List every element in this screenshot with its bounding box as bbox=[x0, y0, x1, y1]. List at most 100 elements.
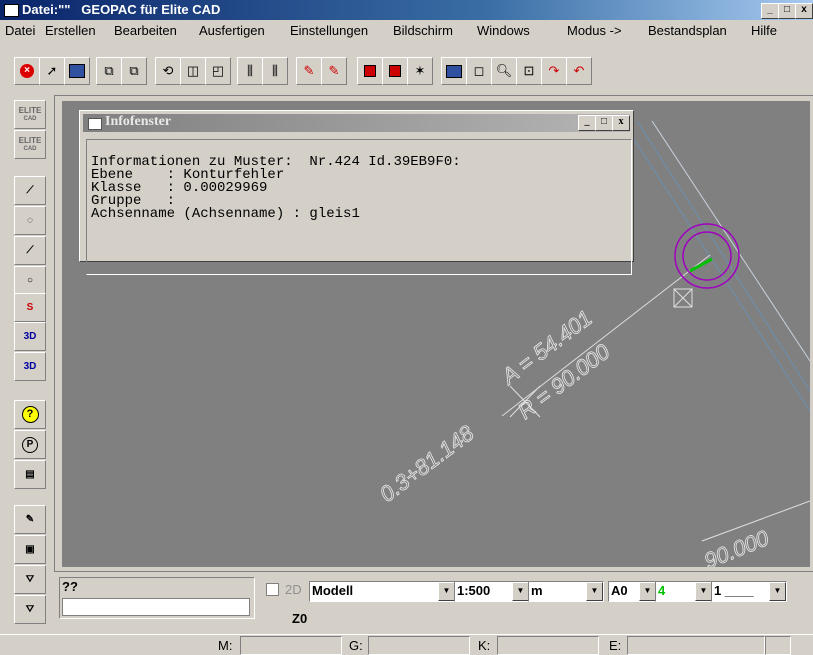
menu-hilfe[interactable]: Hilfe bbox=[751, 23, 777, 38]
save-button[interactable]: ▣ bbox=[14, 535, 46, 564]
menu-datei[interactable]: Datei bbox=[5, 23, 35, 38]
minimize-button[interactable]: _ bbox=[761, 3, 779, 19]
filter-icon: ⛛ bbox=[25, 574, 35, 585]
window-button[interactable]: ◻ bbox=[466, 57, 492, 85]
paper-value: A0 bbox=[611, 583, 628, 598]
chevron-down-icon[interactable]: ▼ bbox=[438, 582, 455, 601]
label-station-group: 0.3+81.148 bbox=[375, 420, 480, 508]
zoom-icon: 🔍︎ bbox=[495, 63, 513, 78]
curve-button[interactable]: S bbox=[14, 293, 46, 322]
axis-button[interactable]: ✶ bbox=[407, 57, 433, 85]
filter-property-button[interactable]: ⛛ bbox=[14, 595, 46, 624]
line-button[interactable]: ⟋ bbox=[14, 236, 46, 265]
color-select[interactable]: 4 ▼ bbox=[655, 581, 713, 602]
status-m-field bbox=[240, 636, 342, 655]
circle-dashed-button[interactable]: ◌ bbox=[14, 206, 46, 235]
line-dashed-button[interactable]: ⟋ bbox=[14, 176, 46, 205]
2d-checkbox[interactable] bbox=[266, 583, 279, 596]
paper-select[interactable]: A0 ▼ bbox=[608, 581, 657, 602]
zoom-window-button[interactable]: ⊡ bbox=[516, 57, 542, 85]
info-minimize-button[interactable]: _ bbox=[578, 115, 596, 131]
menu-modus[interactable]: Modus -> bbox=[567, 23, 622, 38]
menu-einstellungen[interactable]: Einstellungen bbox=[290, 23, 368, 38]
status-extra-field bbox=[765, 636, 791, 655]
info-line-5: Achsenname (Achsenname) : gleis1 bbox=[91, 206, 360, 222]
undo-icon: ↶ bbox=[573, 63, 585, 78]
3d-plus-label: 3D bbox=[23, 361, 37, 372]
layer-button[interactable] bbox=[357, 57, 383, 85]
filter-p-icon: ⛛ bbox=[25, 604, 35, 615]
menu-bildschirm[interactable]: Bildschirm bbox=[393, 23, 453, 38]
help-button[interactable]: ? bbox=[14, 400, 46, 429]
copy-icon: ⧉ bbox=[104, 63, 114, 78]
dashed-line-icon: ⟋ bbox=[26, 185, 34, 196]
line-icon: ⟋ bbox=[26, 245, 34, 256]
3d-plus-button[interactable]: 3D bbox=[14, 352, 46, 381]
layer-select-icon bbox=[389, 65, 401, 77]
undo-button[interactable]: ↶ bbox=[566, 57, 592, 85]
axis-icon: ✶ bbox=[414, 63, 426, 78]
elite-cad-button-1[interactable]: ELITE CAD bbox=[14, 100, 46, 129]
info-close-button[interactable]: x bbox=[612, 115, 630, 131]
label-station: 0.3+81.148 bbox=[375, 420, 479, 507]
layer-select-button[interactable] bbox=[382, 57, 408, 85]
scale-value: 1:500 bbox=[457, 583, 491, 598]
linetype-select[interactable]: 1 ____ ▼ bbox=[711, 581, 787, 602]
app-title: Datei:"" GEOPAC für Elite CAD bbox=[22, 2, 221, 17]
rotate-button[interactable]: ⟲ bbox=[155, 57, 181, 85]
filter-button[interactable]: ⛛ bbox=[14, 565, 46, 594]
chevron-down-icon[interactable]: ▼ bbox=[769, 582, 786, 601]
circle-button[interactable]: ○ bbox=[14, 266, 46, 295]
select-button[interactable]: ➚ bbox=[39, 57, 65, 85]
duplicate-button[interactable]: ⧉ bbox=[121, 57, 147, 85]
curve-icon: S bbox=[26, 302, 34, 313]
copy-button[interactable]: ⧉ bbox=[96, 57, 122, 85]
scale-select[interactable]: 1:500 ▼ bbox=[454, 581, 530, 602]
disk-icon: ▣ bbox=[25, 544, 35, 555]
status-m-label: M: bbox=[218, 638, 233, 653]
menu-bestandsplan[interactable]: Bestandsplan bbox=[648, 23, 727, 38]
screen-button[interactable] bbox=[441, 57, 467, 85]
close-button[interactable]: x bbox=[795, 3, 813, 19]
zoom-button[interactable]: 🔍︎ bbox=[491, 57, 517, 85]
chevron-down-icon[interactable]: ▼ bbox=[695, 582, 712, 601]
pointer-icon: ➚ bbox=[46, 63, 58, 78]
axis-line bbox=[651, 120, 810, 362]
insert-button[interactable]: ⫼ bbox=[237, 57, 263, 85]
redo-button[interactable]: ↷ bbox=[541, 57, 567, 85]
chevron-down-icon[interactable]: ▼ bbox=[586, 582, 603, 601]
chevron-down-icon[interactable]: ▼ bbox=[639, 582, 656, 601]
command-input[interactable] bbox=[62, 598, 250, 616]
scale-button[interactable]: ◰ bbox=[205, 57, 231, 85]
unit-select[interactable]: m ▼ bbox=[528, 581, 604, 602]
view-button[interactable] bbox=[64, 57, 90, 85]
info-maximize-button[interactable]: □ bbox=[595, 115, 613, 131]
maximize-button[interactable]: □ bbox=[778, 3, 796, 19]
label-corner: 90.000 bbox=[701, 525, 773, 567]
menu-erstellen[interactable]: Erstellen bbox=[45, 23, 96, 38]
stop-button[interactable]: × bbox=[14, 57, 40, 85]
edit-button[interactable]: ✎ bbox=[14, 505, 46, 534]
chevron-down-icon[interactable]: ▼ bbox=[512, 582, 529, 601]
info-window[interactable]: Infofenster _ □ x Informationen zu Muste… bbox=[79, 110, 634, 275]
highlight-segment bbox=[689, 257, 713, 273]
insert2-button[interactable]: ⫼ bbox=[262, 57, 288, 85]
status-e-field bbox=[627, 636, 765, 655]
document-button[interactable]: ▤ bbox=[14, 460, 46, 489]
app-icon[interactable] bbox=[4, 4, 19, 17]
status-k-label: K: bbox=[478, 638, 491, 653]
paint-button[interactable]: ✎ bbox=[296, 57, 322, 85]
stop-icon: × bbox=[20, 64, 34, 78]
insert2-icon: ⫼ bbox=[272, 63, 278, 78]
mirror-button[interactable]: ◫ bbox=[180, 57, 206, 85]
edit-icon: ✎ bbox=[25, 514, 35, 525]
menu-bearbeiten[interactable]: Bearbeiten bbox=[114, 23, 177, 38]
model-select[interactable]: Modell ▼ bbox=[309, 581, 456, 602]
info-window-title-bar[interactable]: Infofenster _ □ x bbox=[83, 114, 630, 132]
property-button[interactable]: P bbox=[14, 430, 46, 459]
elite-cad-button-2[interactable]: ELITE CAD bbox=[14, 130, 46, 159]
erase-button[interactable]: ✎ bbox=[321, 57, 347, 85]
3d-view-button[interactable]: 3D bbox=[14, 322, 46, 351]
menu-windows[interactable]: Windows bbox=[477, 23, 530, 38]
menu-ausfertigen[interactable]: Ausfertigen bbox=[199, 23, 265, 38]
